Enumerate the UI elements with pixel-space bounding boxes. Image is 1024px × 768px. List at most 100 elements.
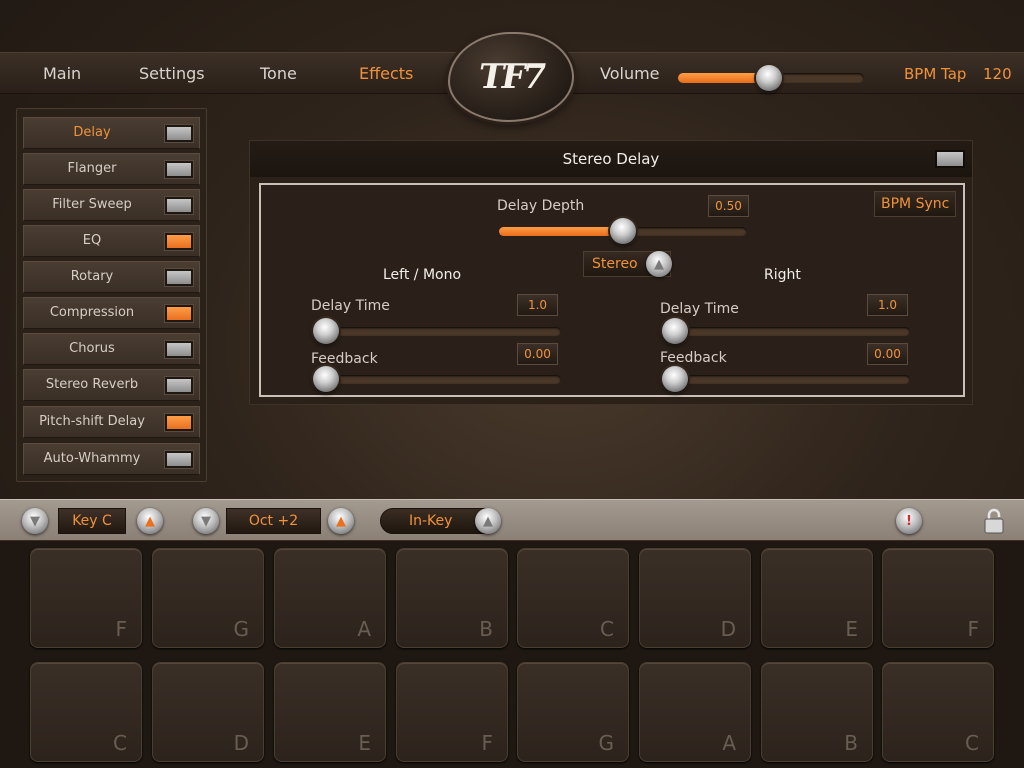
note-pad-label: A bbox=[357, 617, 371, 641]
delay-controls: Delay Depth 0.50 BPM Sync Stereo ▲ Left … bbox=[259, 183, 965, 397]
delay-depth-value[interactable]: 0.50 bbox=[708, 195, 749, 217]
effect-item-flanger[interactable]: Flanger bbox=[23, 153, 200, 185]
note-pad-label: C bbox=[113, 731, 127, 755]
effect-item-chorus[interactable]: Chorus bbox=[23, 333, 200, 365]
tab-main[interactable]: Main bbox=[43, 64, 81, 83]
right-feedback-slider-knob[interactable] bbox=[662, 366, 688, 392]
note-pad[interactable]: F bbox=[882, 548, 994, 648]
left-delay-time-value[interactable]: 1.0 bbox=[517, 294, 558, 316]
in-key-label: In-Key bbox=[409, 513, 453, 529]
note-pad-label: G bbox=[598, 731, 615, 755]
bpm-value: 120 bbox=[983, 65, 1012, 83]
left-feedback-slider[interactable] bbox=[313, 366, 561, 392]
note-pad[interactable]: C bbox=[30, 662, 142, 762]
note-pad[interactable]: A bbox=[274, 548, 386, 648]
octave-down-button[interactable]: ▼ bbox=[193, 508, 219, 534]
effect-item-compression[interactable]: Compression bbox=[23, 297, 200, 329]
alert-button[interactable]: ! bbox=[896, 508, 922, 534]
effect-item-stereo-reverb[interactable]: Stereo Reverb bbox=[23, 369, 200, 401]
note-pad[interactable]: F bbox=[30, 548, 142, 648]
note-pad[interactable]: C bbox=[882, 662, 994, 762]
right-delay-time-value[interactable]: 1.0 bbox=[867, 294, 908, 316]
volume-slider[interactable] bbox=[678, 65, 864, 91]
effect-label: Auto-Whammy bbox=[43, 451, 141, 466]
note-pad[interactable]: E bbox=[274, 662, 386, 762]
panel-header: Stereo Delay bbox=[250, 141, 972, 177]
right-delay-time-slider[interactable] bbox=[662, 318, 910, 344]
key-selector[interactable]: Key C bbox=[58, 508, 126, 534]
note-pad[interactable]: F bbox=[396, 662, 508, 762]
effect-toggle-delay[interactable] bbox=[165, 125, 193, 142]
left-delay-time-slider[interactable] bbox=[313, 318, 561, 344]
note-pad-label: D bbox=[720, 617, 736, 641]
keyboard-control-bar: ▼ Key C ▲ ▼ Oct +2 ▲ In-Key ▲ ! bbox=[0, 499, 1024, 541]
right-delay-time-slider-knob[interactable] bbox=[662, 318, 688, 344]
effect-label: Filter Sweep bbox=[52, 197, 132, 212]
left-feedback-label: Feedback bbox=[311, 351, 378, 367]
effects-list: Delay Flanger Filter Sweep EQ Rotary Com… bbox=[16, 108, 207, 482]
effect-toggle-stereo-reverb[interactable] bbox=[165, 377, 193, 394]
stereo-delay-panel: Stereo Delay Delay Depth 0.50 BPM Sync S… bbox=[249, 140, 973, 405]
effect-label: Pitch-shift Delay bbox=[39, 414, 145, 429]
tab-tone[interactable]: Tone bbox=[260, 64, 297, 83]
volume-label: Volume bbox=[600, 64, 660, 83]
left-mono-heading: Left / Mono bbox=[383, 267, 462, 283]
volume-slider-knob[interactable] bbox=[756, 65, 782, 91]
delay-depth-slider[interactable] bbox=[499, 218, 747, 244]
note-pad[interactable]: A bbox=[639, 662, 751, 762]
left-feedback-value[interactable]: 0.00 bbox=[517, 343, 558, 365]
stereo-mode-button[interactable]: Stereo ▲ bbox=[583, 251, 672, 277]
app-logo: TF7 bbox=[448, 32, 574, 122]
note-pad[interactable]: B bbox=[761, 662, 873, 762]
note-pad-label: C bbox=[965, 731, 979, 755]
effect-item-pitch-shift-delay[interactable]: Pitch-shift Delay bbox=[23, 406, 200, 438]
right-feedback-slider[interactable] bbox=[662, 366, 910, 392]
octave-selector[interactable]: Oct +2 bbox=[226, 508, 321, 534]
note-pad[interactable]: B bbox=[396, 548, 508, 648]
effect-item-eq[interactable]: EQ bbox=[23, 225, 200, 257]
tab-effects[interactable]: Effects bbox=[359, 64, 413, 83]
note-pad[interactable]: G bbox=[517, 662, 629, 762]
left-delay-time-slider-knob[interactable] bbox=[313, 318, 339, 344]
bpm-tap-button[interactable]: BPM Tap bbox=[904, 65, 966, 83]
right-heading: Right bbox=[764, 267, 801, 283]
note-pad[interactable]: D bbox=[152, 662, 264, 762]
lock-icon[interactable] bbox=[982, 507, 1006, 535]
logo-text: TF7 bbox=[475, 57, 547, 97]
effect-item-auto-whammy[interactable]: Auto-Whammy bbox=[23, 443, 200, 475]
bpm-sync-button[interactable]: BPM Sync bbox=[874, 191, 957, 217]
effect-item-delay[interactable]: Delay bbox=[23, 117, 200, 149]
effect-item-rotary[interactable]: Rotary bbox=[23, 261, 200, 293]
effect-label: Compression bbox=[49, 305, 135, 320]
effect-toggle-filter-sweep[interactable] bbox=[165, 197, 193, 214]
delay-depth-slider-knob[interactable] bbox=[610, 218, 636, 244]
key-up-button[interactable]: ▲ bbox=[137, 508, 163, 534]
effect-label: Stereo Reverb bbox=[45, 377, 139, 392]
effect-toggle-chorus[interactable] bbox=[165, 341, 193, 358]
in-key-toggle[interactable]: In-Key ▲ bbox=[380, 508, 501, 534]
effect-toggle-pitch-shift-delay[interactable] bbox=[165, 414, 193, 431]
effect-toggle-eq[interactable] bbox=[165, 233, 193, 250]
note-pad-label: F bbox=[115, 617, 127, 641]
key-down-button[interactable]: ▼ bbox=[22, 508, 48, 534]
octave-up-button[interactable]: ▲ bbox=[328, 508, 354, 534]
left-delay-time-label: Delay Time bbox=[311, 298, 390, 314]
note-pad-label: D bbox=[233, 731, 249, 755]
effect-toggle-rotary[interactable] bbox=[165, 269, 193, 286]
effect-toggle-auto-whammy[interactable] bbox=[165, 451, 193, 468]
note-pad[interactable]: E bbox=[761, 548, 873, 648]
delay-depth-label: Delay Depth bbox=[497, 198, 585, 214]
note-pad-label: E bbox=[845, 617, 858, 641]
effect-toggle-flanger[interactable] bbox=[165, 161, 193, 178]
note-pad[interactable]: C bbox=[517, 548, 629, 648]
tab-settings[interactable]: Settings bbox=[139, 64, 205, 83]
right-feedback-value[interactable]: 0.00 bbox=[867, 343, 908, 365]
left-feedback-slider-knob[interactable] bbox=[313, 366, 339, 392]
panel-enable-toggle[interactable] bbox=[935, 150, 965, 168]
effect-item-filter-sweep[interactable]: Filter Sweep bbox=[23, 189, 200, 221]
effect-label: Flanger bbox=[67, 161, 117, 176]
effect-toggle-compression[interactable] bbox=[165, 305, 193, 322]
note-pad[interactable]: D bbox=[639, 548, 751, 648]
note-pad[interactable]: G bbox=[152, 548, 264, 648]
panel-title: Stereo Delay bbox=[562, 150, 660, 168]
